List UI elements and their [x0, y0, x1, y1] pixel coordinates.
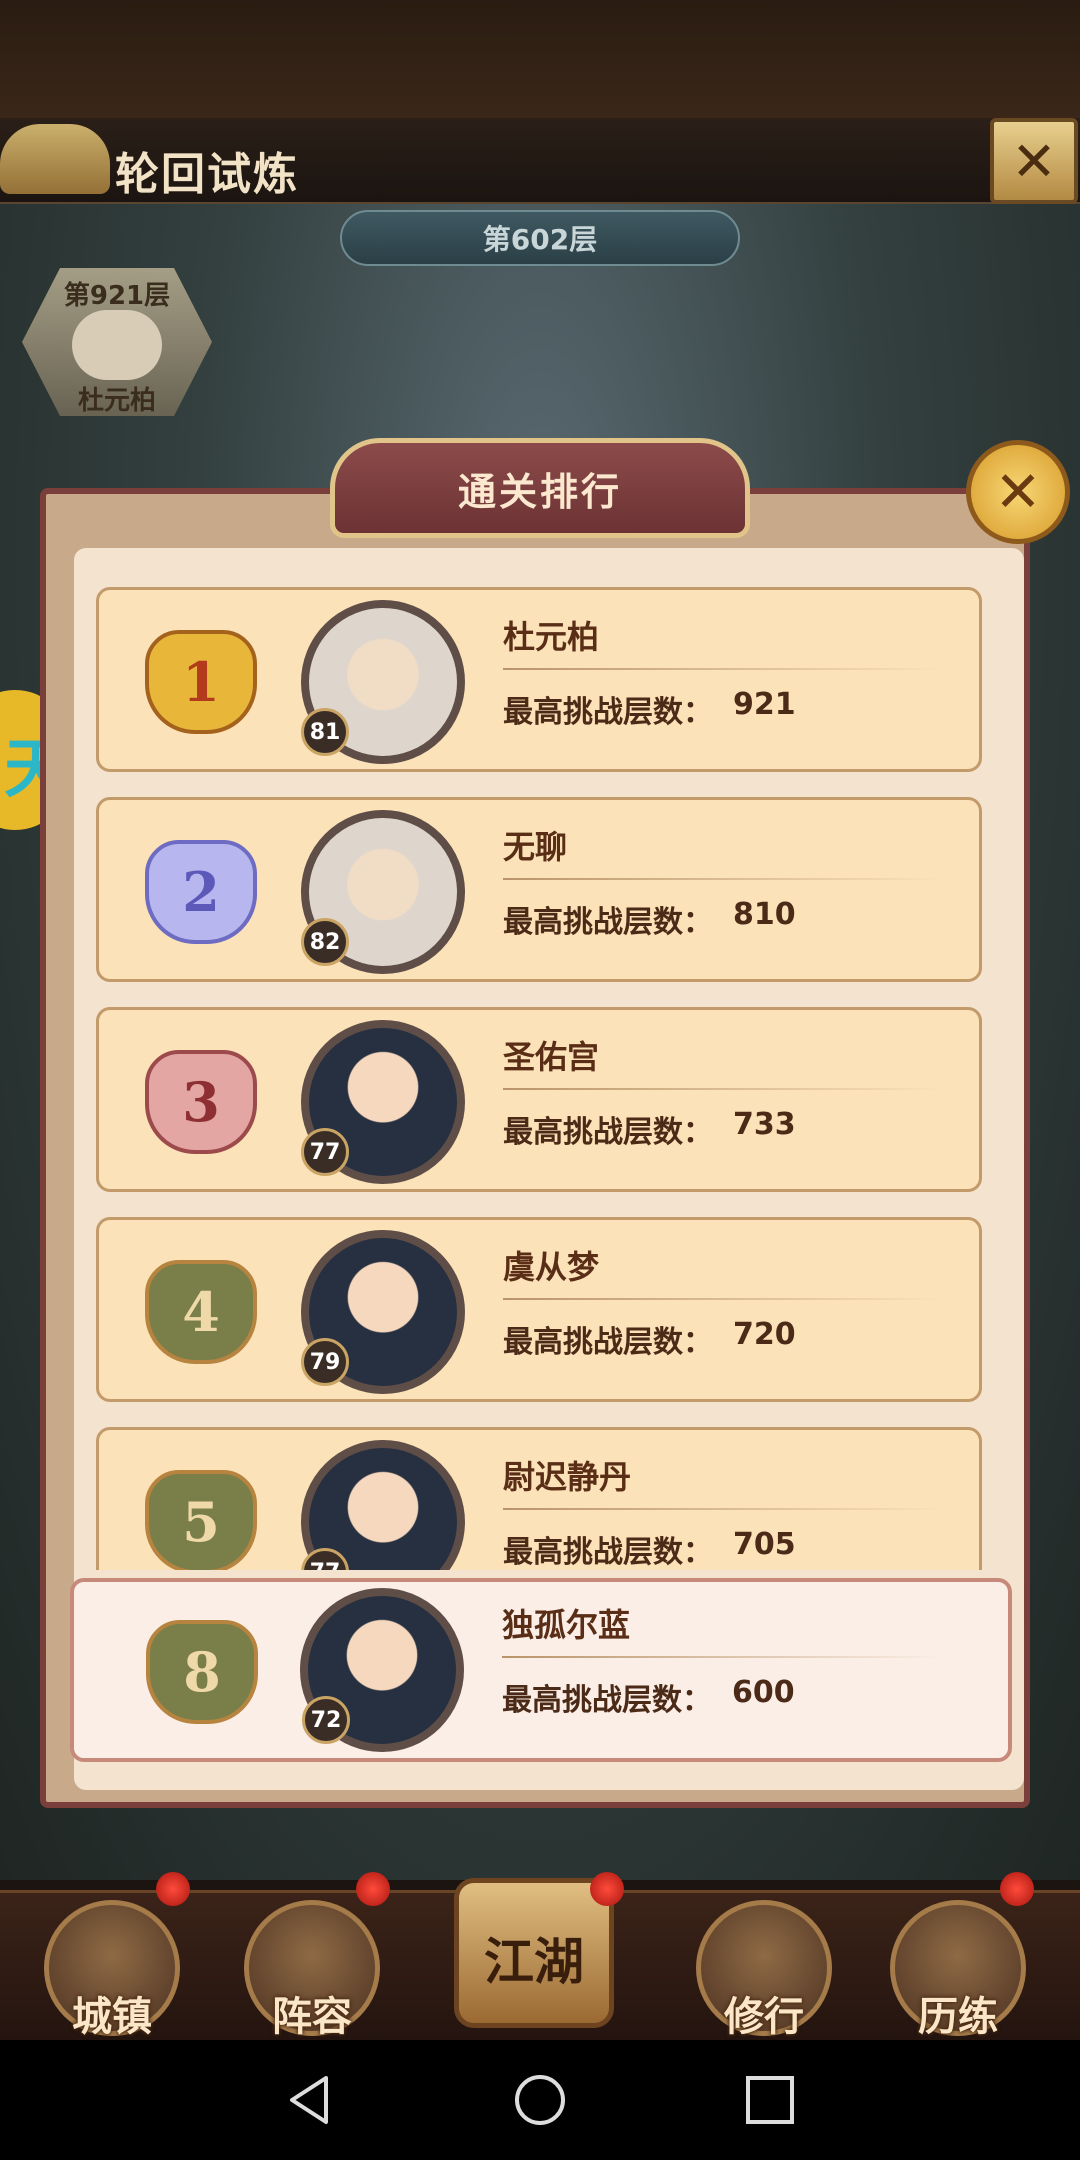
recents-icon[interactable]	[742, 2072, 798, 2128]
home-icon[interactable]	[512, 2072, 568, 2128]
max-floor-value: 921	[733, 687, 796, 722]
player-name: 虞从梦	[503, 1248, 600, 1286]
player-name: 无聊	[503, 828, 568, 866]
own-ranking-row[interactable]: 8 72 独孤尔蓝 最高挑战层数： 600	[70, 1578, 1012, 1762]
close-icon: ✕	[994, 459, 1042, 525]
nav-lineup-label: 阵容	[272, 1994, 352, 2040]
divider	[503, 1508, 943, 1510]
max-floor-value: 720	[733, 1317, 796, 1352]
rank-5-medal-icon: 5	[145, 1470, 257, 1570]
nav-jianghu-label: 江湖	[484, 1933, 584, 1991]
notification-dot-icon	[356, 1872, 390, 1906]
notification-dot-icon	[156, 1872, 190, 1906]
top-border	[0, 0, 1080, 120]
max-floor-label: 最高挑战层数：	[502, 1683, 712, 1718]
divider	[503, 668, 943, 670]
player-level-badge: 79	[301, 1338, 349, 1386]
player-level-badge: 81	[301, 708, 349, 756]
player-name: 杜元柏	[503, 618, 600, 656]
ranking-list[interactable]: 1 81 杜元柏 最高挑战层数： 921 2 82 无聊 最高挑战层数： 810…	[96, 580, 986, 1570]
max-floor-value: 705	[733, 1527, 796, 1562]
divider	[503, 878, 943, 880]
max-floor-label: 最高挑战层数：	[503, 1535, 713, 1570]
max-floor-value: 733	[733, 1107, 796, 1142]
back-icon[interactable]	[282, 2072, 338, 2128]
close-icon: ✕	[1011, 129, 1057, 193]
rank-3-medal-icon: 3	[145, 1050, 257, 1154]
boss-floor-label: 第921层	[63, 281, 171, 311]
close-screen-button[interactable]: ✕	[990, 118, 1078, 204]
rank-2-medal-icon: 2	[145, 840, 257, 944]
max-floor-value: 810	[733, 897, 796, 932]
max-floor-label: 最高挑战层数：	[503, 695, 713, 730]
ranking-row[interactable]: 2 82 无聊 最高挑战层数： 810	[96, 797, 982, 982]
max-floor-label: 最高挑战层数：	[503, 905, 713, 940]
close-modal-button[interactable]: ✕	[966, 440, 1070, 544]
max-floor-label: 最高挑战层数：	[503, 1325, 713, 1360]
ranking-row[interactable]: 1 81 杜元柏 最高挑战层数： 921	[96, 587, 982, 772]
max-floor-value: 600	[732, 1675, 795, 1710]
player-name: 圣佑宫	[503, 1038, 600, 1076]
player-level-badge: 72	[302, 1696, 350, 1744]
notification-dot-icon	[590, 1872, 624, 1906]
current-floor-banner: 第602层	[340, 210, 740, 266]
nav-town-label: 城镇	[72, 1994, 152, 2040]
divider	[503, 1298, 943, 1300]
notification-dot-icon	[1000, 1872, 1034, 1906]
rank-4-medal-icon: 4	[145, 1260, 257, 1364]
player-name: 尉迟静丹	[503, 1458, 632, 1496]
player-level-badge: 77	[301, 1128, 349, 1176]
rank-1-medal-icon: 1	[145, 630, 257, 734]
rank-8-medal-icon: 8	[146, 1620, 258, 1724]
modal-title: 通关排行	[330, 438, 750, 538]
cloud-ornament-icon	[0, 124, 110, 194]
divider	[503, 1088, 943, 1090]
ranking-row[interactable]: 3 77 圣佑宫 最高挑战层数： 733	[96, 1007, 982, 1192]
divider	[502, 1656, 942, 1658]
player-name: 独孤尔蓝	[502, 1606, 631, 1644]
max-floor-label: 最高挑战层数：	[503, 1115, 713, 1150]
screen-title: 轮回试炼	[115, 149, 299, 200]
boss-avatar	[72, 310, 162, 380]
nav-training-label: 历练	[918, 1994, 998, 2040]
ranking-row[interactable]: 5 77 尉迟静丹 最高挑战层数： 705	[96, 1427, 982, 1570]
player-level-badge: 82	[301, 918, 349, 966]
nav-cultivation-label: 修行	[724, 1994, 804, 2040]
boss-name-label: 杜元柏	[77, 386, 156, 416]
ranking-row[interactable]: 4 79 虞从梦 最高挑战层数： 720	[96, 1217, 982, 1402]
